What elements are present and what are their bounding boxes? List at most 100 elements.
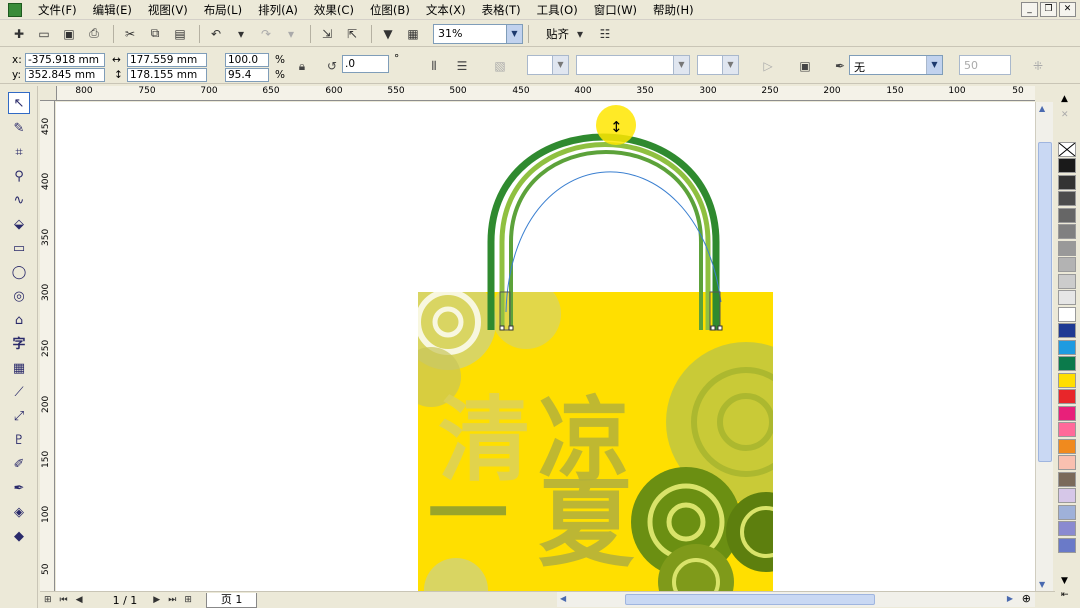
- wrap-text-icon[interactable]: ▣: [795, 56, 815, 76]
- color-swatch[interactable]: [1058, 389, 1076, 404]
- scroll-left-icon[interactable]: ◀: [560, 594, 566, 603]
- horizontal-ruler[interactable]: 800 750 700 650 600 550 500 450 400 350 …: [57, 86, 1035, 101]
- palette-flyout-icon[interactable]: ✕: [1061, 110, 1069, 120]
- minimize-button[interactable]: _: [1021, 2, 1038, 17]
- lock-ratio-icon[interactable]: 🔒︎: [292, 56, 312, 76]
- menu-table[interactable]: 表格(T): [474, 0, 529, 20]
- options-icon[interactable]: ☷: [594, 23, 616, 45]
- dimension-tool-icon[interactable]: ⟋: [8, 382, 30, 404]
- zoom-level-select[interactable]: 31% ▼: [433, 23, 523, 44]
- vertical-ruler[interactable]: 450 400 350 300 250 200 150 100 50: [40, 101, 55, 591]
- undo-dropdown-icon[interactable]: ▾: [230, 23, 252, 45]
- rectangle-tool-icon[interactable]: ▭: [8, 238, 30, 260]
- smart-fill-tool-icon[interactable]: ⬙: [8, 214, 30, 236]
- scroll-right-icon[interactable]: ▶: [1007, 594, 1013, 603]
- print-icon[interactable]: ⎙: [83, 23, 105, 45]
- shape-tool-icon[interactable]: ✎: [8, 118, 30, 140]
- arrow-end-select[interactable]: ▼: [697, 55, 739, 75]
- navigator-zoom-icon[interactable]: ⊕: [1022, 592, 1031, 605]
- cut-icon[interactable]: ✂: [119, 23, 141, 45]
- new-document-icon[interactable]: ✚: [8, 23, 30, 45]
- height-field[interactable]: 178.155 mm: [127, 68, 207, 82]
- color-swatch[interactable]: [1058, 372, 1076, 388]
- y-position-field[interactable]: 352.845 mm: [25, 68, 105, 82]
- menu-file[interactable]: 文件(F): [30, 0, 85, 20]
- restore-button[interactable]: ❐: [1040, 2, 1057, 17]
- color-swatch[interactable]: [1058, 224, 1076, 239]
- horizontal-scrollbar[interactable]: ◀ ▶ ⊕: [557, 592, 1035, 607]
- scroll-down-icon[interactable]: ▼: [1039, 580, 1045, 589]
- color-swatch[interactable]: [1058, 273, 1076, 289]
- page-tab-1[interactable]: 页 1: [205, 592, 258, 608]
- no-color-swatch[interactable]: [1058, 142, 1076, 157]
- color-swatch[interactable]: [1058, 488, 1076, 503]
- menu-edit[interactable]: 编辑(E): [85, 0, 140, 20]
- redo-icon[interactable]: ↷: [255, 23, 277, 45]
- color-swatch[interactable]: [1058, 455, 1076, 470]
- menu-text[interactable]: 文本(X): [418, 0, 474, 20]
- color-swatch[interactable]: [1058, 339, 1076, 355]
- export-icon[interactable]: ⇱: [341, 23, 363, 45]
- next-page-icon[interactable]: ▶: [153, 595, 160, 605]
- snap-dropdown-icon[interactable]: ▾: [569, 23, 591, 45]
- ellipse-tool-icon[interactable]: ◯: [8, 262, 30, 284]
- open-folder-icon[interactable]: ▭: [33, 23, 55, 45]
- nudge-distance-field[interactable]: 50: [959, 55, 1011, 75]
- first-page-icon[interactable]: ⏮: [60, 595, 68, 605]
- vertical-scrollbar[interactable]: ▲ ▼: [1035, 102, 1053, 591]
- mirror-horizontal-icon[interactable]: ⫴: [424, 56, 444, 76]
- menu-layout[interactable]: 布局(L): [196, 0, 250, 20]
- palette-scroll-up-icon[interactable]: ▲: [1061, 94, 1068, 104]
- horizontal-scroll-thumb[interactable]: [625, 594, 875, 605]
- table-tool-icon[interactable]: ▦: [8, 358, 30, 380]
- import-icon[interactable]: ⇲: [316, 23, 338, 45]
- arrow-start-select[interactable]: ▼: [527, 55, 569, 75]
- snap-to-menu[interactable]: 贴齐: [546, 26, 569, 42]
- scroll-up-icon[interactable]: ▲: [1039, 104, 1045, 113]
- color-swatch[interactable]: [1058, 471, 1076, 487]
- color-swatch[interactable]: [1058, 504, 1076, 520]
- ruler-origin[interactable]: [40, 86, 57, 101]
- rotation-angle-field[interactable]: .0: [342, 55, 389, 73]
- menu-tools[interactable]: 工具(O): [529, 0, 586, 20]
- color-swatch[interactable]: [1058, 158, 1076, 173]
- eyedropper-tool-icon[interactable]: ✐: [8, 454, 30, 476]
- settings-icon[interactable]: ⁜: [1028, 56, 1048, 76]
- page-add-after-icon[interactable]: ⊞: [184, 595, 192, 605]
- prev-page-icon[interactable]: ◀: [76, 595, 83, 605]
- blend-tool-icon[interactable]: ♇: [8, 430, 30, 452]
- undo-icon[interactable]: ↶: [205, 23, 227, 45]
- crop-tool-icon[interactable]: ⌗: [8, 142, 30, 164]
- copy-icon[interactable]: ⧉: [144, 23, 166, 45]
- palette-expand-icon[interactable]: ⇤: [1061, 590, 1069, 600]
- connector-tool-icon[interactable]: ⤢: [8, 406, 30, 428]
- last-page-icon[interactable]: ⏭: [168, 595, 176, 605]
- fill-tool-icon[interactable]: ◈: [8, 502, 30, 524]
- paste-icon[interactable]: ▤: [169, 23, 191, 45]
- polygon-tool-icon[interactable]: ◎: [8, 286, 30, 308]
- convert-curves-icon[interactable]: ▧: [490, 56, 510, 76]
- color-swatch[interactable]: [1058, 191, 1076, 206]
- zoom-tool-icon[interactable]: ⚲: [8, 166, 30, 188]
- color-swatch[interactable]: [1058, 257, 1076, 272]
- menu-view[interactable]: 视图(V): [140, 0, 196, 20]
- menu-bitmaps[interactable]: 位图(B): [362, 0, 418, 20]
- palette-scroll-down-icon[interactable]: ▼: [1061, 576, 1068, 586]
- width-field[interactable]: 177.559 mm: [127, 53, 207, 67]
- color-swatch[interactable]: [1058, 207, 1076, 223]
- color-swatch[interactable]: [1058, 306, 1076, 322]
- color-swatch[interactable]: [1058, 422, 1076, 437]
- close-button[interactable]: ✕: [1059, 2, 1076, 17]
- color-swatch[interactable]: [1058, 290, 1076, 305]
- text-tool-icon[interactable]: 字: [8, 334, 30, 356]
- scale-height-field[interactable]: 95.4: [225, 68, 269, 82]
- pick-tool-icon[interactable]: ↖: [8, 92, 30, 114]
- color-swatch[interactable]: [1058, 537, 1076, 553]
- close-curve-icon[interactable]: ▷: [758, 56, 778, 76]
- color-swatch[interactable]: [1058, 521, 1076, 536]
- outline-tool-icon[interactable]: ✒: [8, 478, 30, 500]
- freehand-tool-icon[interactable]: ∿: [8, 190, 30, 212]
- menu-arrange[interactable]: 排列(A): [250, 0, 306, 20]
- x-position-field[interactable]: -375.918 mm: [25, 53, 105, 67]
- outline-width-select[interactable]: 无 ▼: [849, 55, 943, 75]
